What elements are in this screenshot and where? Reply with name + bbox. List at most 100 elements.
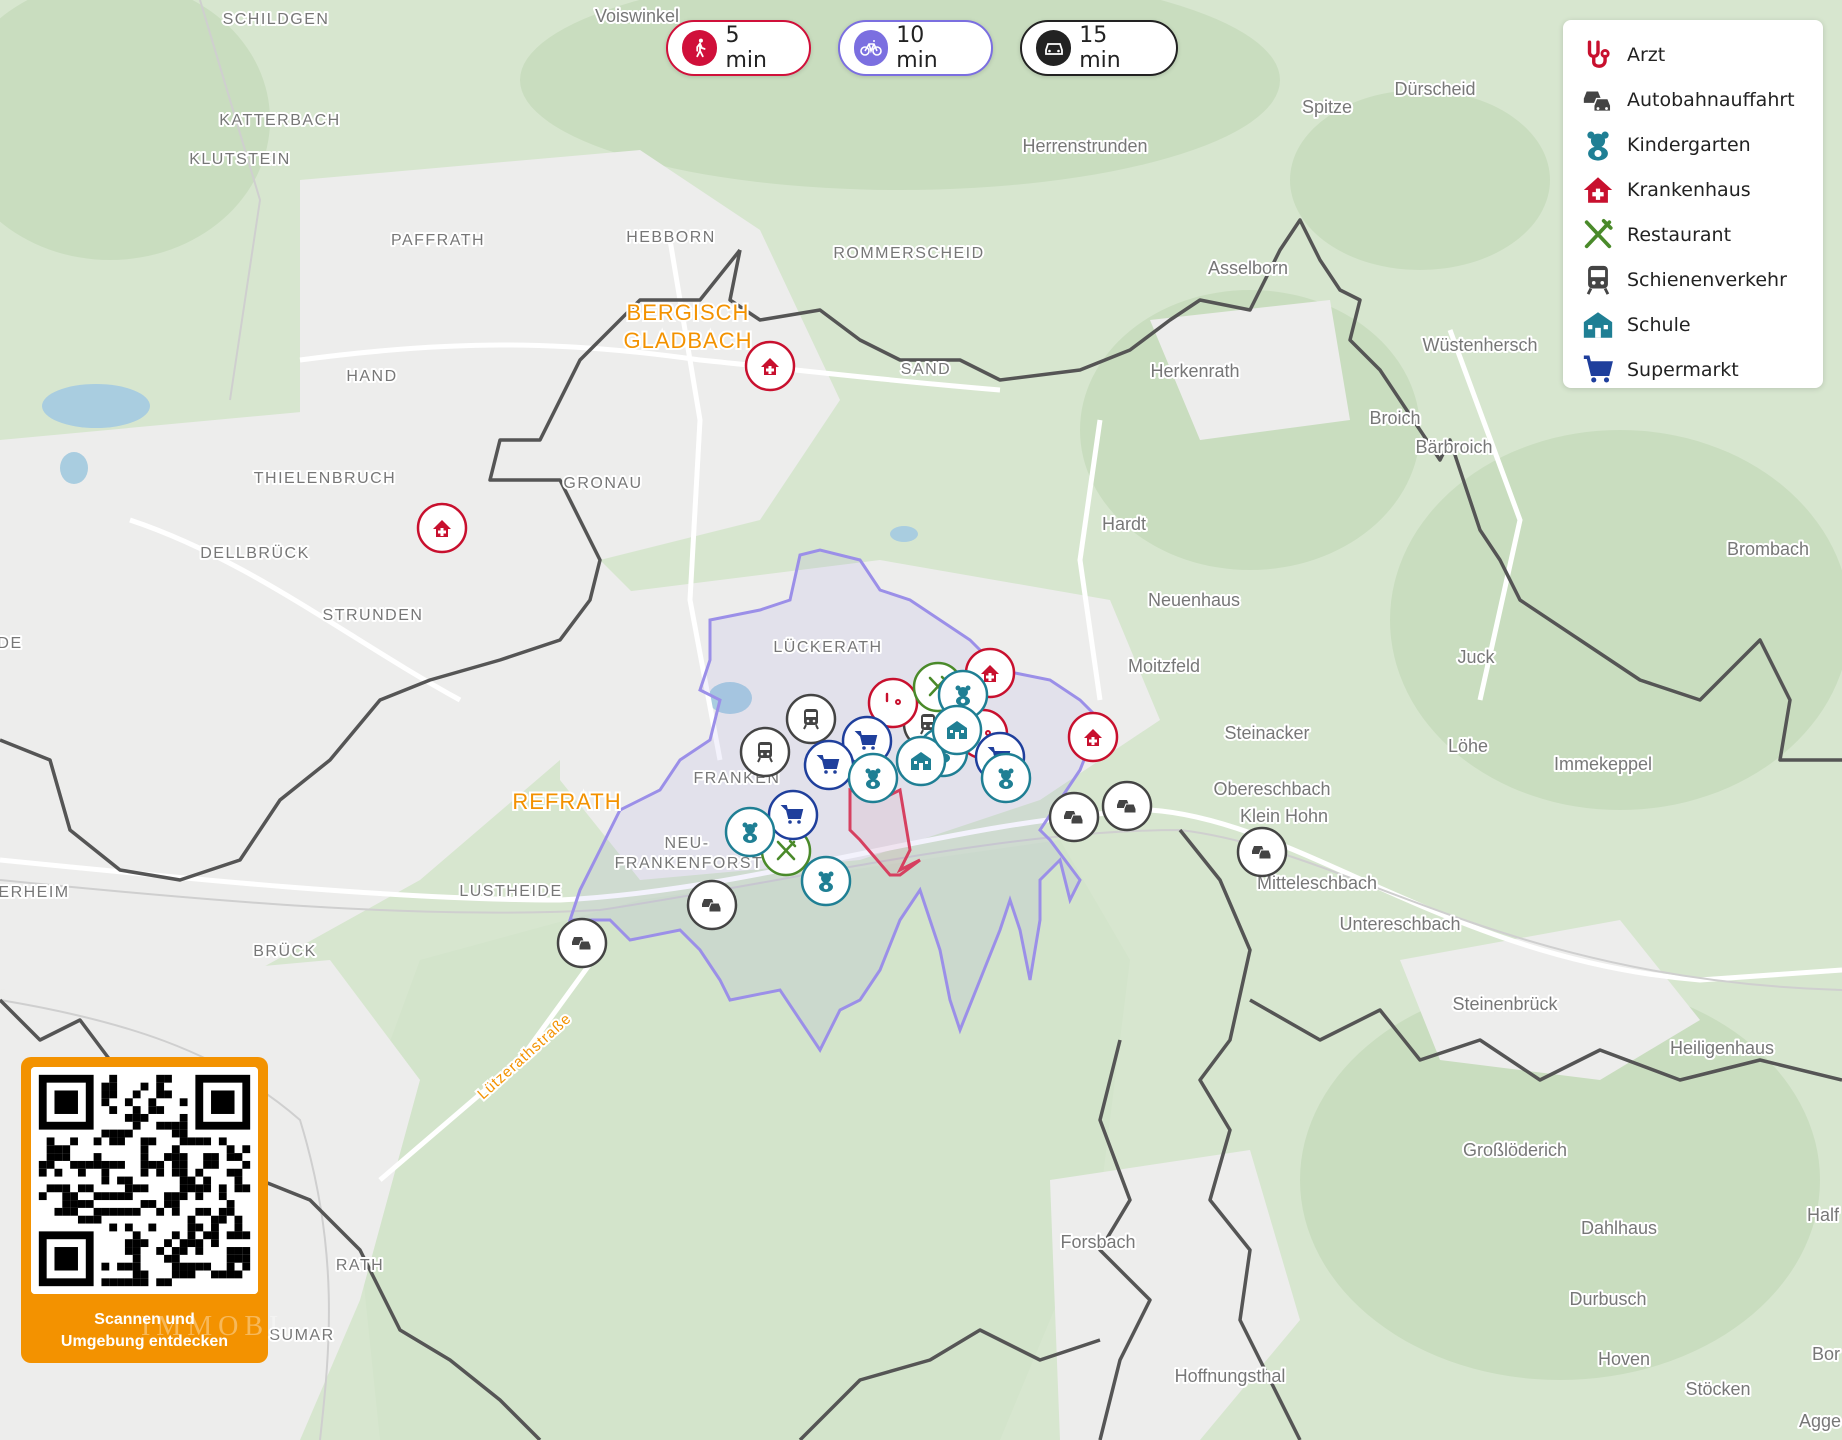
legend-label-schule: Schule	[1627, 313, 1691, 336]
place-label: Löhe	[1448, 736, 1488, 756]
teddy-bear-marker[interactable]	[980, 752, 1032, 804]
school-icon	[1583, 311, 1613, 338]
legend: Arzt Autobahnauffahrt Kindergarten Krank…	[1563, 20, 1823, 388]
cars-marker[interactable]	[556, 917, 608, 969]
hospital-marker[interactable]	[1067, 711, 1119, 763]
place-label: Asselborn	[1208, 258, 1288, 278]
place-label: ERHEIM	[0, 884, 70, 901]
place-label: Neuenhaus	[1148, 590, 1240, 610]
qr-code[interactable]	[31, 1067, 258, 1294]
place-label: Forsbach	[1060, 1232, 1135, 1252]
car-mode-button[interactable]: 15 min	[1020, 20, 1178, 76]
place-label: LUSTHEIDE	[459, 883, 562, 900]
legend-item-kindergarten: Kindergarten	[1581, 122, 1823, 167]
place-label: GRONAU	[563, 475, 642, 492]
place-label: Voiswinkel	[595, 6, 679, 26]
city-label: REFRATH	[512, 789, 621, 814]
train-icon	[1586, 265, 1610, 295]
place-label: ROMMERSCHEID	[833, 245, 984, 262]
place-label: Agge	[1799, 1411, 1841, 1431]
place-label: Bärbroich	[1415, 437, 1492, 457]
hospital-marker[interactable]	[416, 502, 468, 554]
place-label: HAND	[346, 368, 397, 385]
bike-mode-label: 10 min	[896, 23, 938, 73]
cars-marker[interactable]	[1236, 826, 1288, 878]
legend-label-restaurant: Restaurant	[1627, 223, 1732, 246]
legend-item-krankenhaus: Krankenhaus	[1581, 167, 1823, 212]
legend-label-kindergarten: Kindergarten	[1627, 133, 1751, 156]
fork-knife-icon	[1584, 218, 1613, 248]
train-marker[interactable]	[785, 693, 837, 745]
place-label: FRANKENFORST	[615, 855, 764, 872]
place-label: RATH	[336, 1257, 384, 1274]
place-label: Dürscheid	[1394, 79, 1475, 99]
place-label: Brombach	[1727, 539, 1809, 559]
cars-marker[interactable]	[1048, 791, 1100, 843]
car-mode-label: 15 min	[1079, 23, 1121, 73]
legend-label-autobahnauffahrt: Autobahnauffahrt	[1627, 88, 1795, 111]
place-label: BRÜCK	[253, 942, 317, 960]
legend-item-schule: Schule	[1581, 302, 1823, 347]
place-label: Hardt	[1102, 514, 1146, 534]
place-label: DELLBRÜCK	[200, 544, 310, 562]
place-label: KLUTSTEIN	[189, 151, 291, 168]
teddy-bear-marker[interactable]	[847, 752, 899, 804]
place-label: Hoven	[1598, 1349, 1650, 1369]
place-label: Juck	[1457, 647, 1495, 667]
place-label: KATTERBACH	[219, 112, 340, 129]
place-label: Herrenstrunden	[1022, 136, 1147, 156]
bicycle-icon	[854, 30, 889, 66]
place-label: Durbusch	[1569, 1289, 1646, 1309]
place-label: SAND	[901, 361, 951, 378]
legend-label-arzt: Arzt	[1627, 43, 1666, 66]
train-marker[interactable]	[739, 726, 791, 778]
city-label: GLADBACH	[623, 328, 752, 353]
legend-item-restaurant: Restaurant	[1581, 212, 1823, 257]
bike-mode-button[interactable]: 10 min	[838, 20, 993, 76]
hospital-icon	[1583, 176, 1613, 203]
car-icon	[1036, 30, 1072, 66]
legend-item-supermarkt: Supermarkt	[1581, 347, 1823, 392]
place-label: Stöcken	[1685, 1379, 1750, 1399]
teddy-bear-marker[interactable]	[724, 806, 776, 858]
watermark-text: IMMOBI	[141, 1311, 285, 1342]
place-label: PAFFRATH	[391, 232, 485, 249]
place-label: Moitzfeld	[1128, 656, 1200, 676]
teddy-bear-marker[interactable]	[800, 855, 852, 907]
place-label: Steinacker	[1224, 723, 1309, 743]
cart-marker[interactable]	[803, 739, 855, 791]
place-label: Steinenbrück	[1452, 994, 1558, 1014]
cars-marker[interactable]	[686, 879, 738, 931]
place-label: Broich	[1369, 408, 1420, 428]
city-label: BERGISCH	[627, 300, 750, 325]
place-label: SCHILDGEN	[223, 11, 330, 28]
legend-label-supermarkt: Supermarkt	[1627, 358, 1739, 381]
legend-label-schienenverkehr: Schienenverkehr	[1627, 268, 1787, 291]
place-label: Untereschbach	[1339, 914, 1460, 934]
place-label: Wüstenhersch	[1422, 335, 1537, 355]
place-label: Heiligenhaus	[1670, 1038, 1774, 1058]
walking-person-icon	[682, 30, 718, 66]
cars-icon	[1583, 91, 1612, 112]
place-label: NEU-	[664, 835, 709, 852]
place-label: Klein Hohn	[1240, 806, 1328, 826]
teddy-bear-icon	[1587, 131, 1609, 161]
place-label: Obereschbach	[1213, 779, 1330, 799]
cart-marker[interactable]	[767, 789, 819, 841]
stethoscope-icon	[1587, 40, 1610, 68]
place-label: Half	[1807, 1205, 1840, 1225]
cars-marker[interactable]	[1101, 780, 1153, 832]
school-marker[interactable]	[931, 704, 983, 756]
place-label: HEBBORN	[626, 229, 716, 246]
place-label: Hoffnungsthal	[1175, 1366, 1286, 1386]
place-label: LÜCKERATH	[773, 638, 882, 656]
place-label: THIELENBRUCH	[254, 470, 396, 487]
walk-mode-button[interactable]: 5 min	[666, 20, 811, 76]
legend-item-autobahnauffahrt: Autobahnauffahrt	[1581, 77, 1823, 122]
walk-mode-label: 5 min	[725, 23, 767, 73]
place-label: DE	[0, 635, 23, 652]
cart-icon	[1583, 355, 1613, 382]
hospital-marker[interactable]	[744, 340, 796, 392]
place-label: STRUNDEN	[323, 607, 424, 624]
qr-card[interactable]: Scannen und Umgebung entdecken IMMOBI	[21, 1057, 278, 1363]
